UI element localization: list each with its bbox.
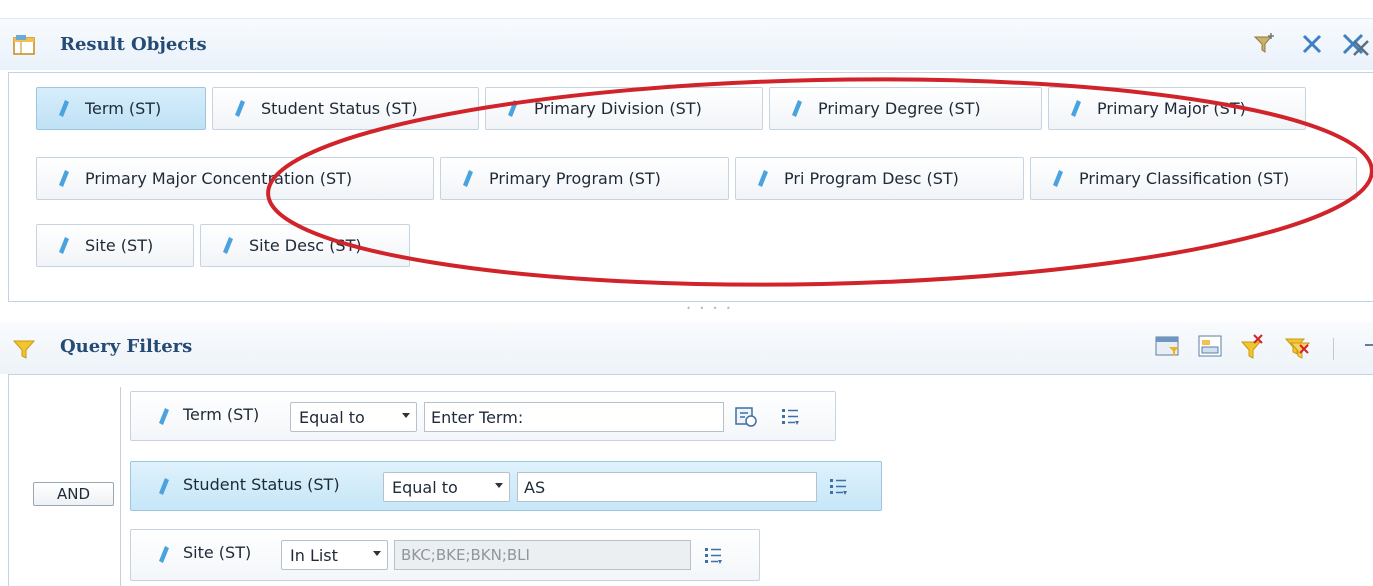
filter-operator-select[interactable]: Equal to [290, 402, 417, 432]
dimension-icon [223, 237, 233, 254]
result-object-primary-program[interactable]: Primary Program (ST) [440, 157, 729, 200]
dimension-icon [1053, 170, 1063, 187]
result-object-primary-major-concentration[interactable]: Primary Major Concentration (ST) [36, 157, 434, 200]
filter-operator-value: Equal to [392, 478, 458, 497]
result-object-primary-major[interactable]: Primary Major (ST) [1048, 87, 1306, 130]
prompt-icon[interactable] [735, 405, 757, 427]
result-object-primary-degree[interactable]: Primary Degree (ST) [769, 87, 1042, 130]
more-icon[interactable] [1365, 344, 1373, 352]
dimension-icon [758, 170, 768, 187]
result-object-label: Primary Major Concentration (ST) [85, 169, 353, 188]
result-object-term[interactable]: Term (ST) [36, 87, 206, 130]
result-object-site[interactable]: Site (ST) [36, 224, 194, 267]
dimension-icon [792, 100, 802, 117]
remove-icon[interactable] [1300, 32, 1324, 56]
result-object-label: Primary Division (ST) [534, 99, 702, 118]
filter-value-input[interactable]: AS [517, 472, 817, 502]
result-object-label: Primary Degree (ST) [818, 99, 981, 118]
filter-object-label: Student Status (ST) [183, 475, 340, 494]
dimension-icon [159, 408, 169, 425]
value-list-icon[interactable] [781, 407, 801, 427]
add-predefined-filter-icon[interactable] [1155, 335, 1181, 359]
add-subquery-icon[interactable] [1198, 334, 1224, 360]
dimension-icon [1071, 100, 1081, 117]
filter-object-label: Site (ST) [183, 543, 252, 562]
toolbar-separator [1333, 338, 1334, 360]
filter-operator-value: In List [290, 546, 338, 565]
add-ranking-icon[interactable] [1240, 334, 1264, 360]
dimension-icon [59, 237, 69, 254]
result-object-label: Site Desc (ST) [249, 236, 362, 255]
result-object-site-desc[interactable]: Site Desc (ST) [200, 224, 410, 267]
result-object-student-status[interactable]: Student Status (ST) [212, 87, 479, 130]
dimension-icon [59, 170, 69, 187]
value-list-icon[interactable] [704, 546, 724, 566]
chevron-down-icon [495, 483, 503, 488]
and-operator-button[interactable]: AND [33, 482, 114, 506]
value-list-icon[interactable] [829, 477, 849, 497]
filter-row-student-status[interactable]: Student Status (ST) Equal to AS [130, 461, 882, 511]
result-object-label: Pri Program Desc (ST) [784, 169, 959, 188]
filter-row-term[interactable]: Term (ST) Equal to Enter Term: [130, 391, 836, 441]
filter-operator-value: Equal to [299, 408, 365, 427]
query-filters-title: Query Filters [60, 336, 193, 357]
chevron-down-icon [373, 551, 381, 556]
filter-row-site[interactable]: Site (ST) In List BKC;BKE;BKN;BLI [130, 529, 760, 581]
filter-value-input[interactable]: Enter Term: [424, 402, 724, 432]
panel-splitter[interactable]: • • • • [680, 305, 740, 313]
result-object-pri-program-desc[interactable]: Pri Program Desc (ST) [735, 157, 1024, 200]
add-filter-icon[interactable] [1252, 31, 1278, 57]
result-object-label: Site (ST) [85, 236, 154, 255]
dimension-icon [159, 546, 169, 563]
result-objects-title: Result Objects [60, 34, 207, 55]
result-object-label: Primary Program (ST) [489, 169, 661, 188]
dimension-icon [508, 100, 518, 117]
dimension-icon [59, 100, 69, 117]
query-filters-icon [12, 340, 36, 359]
and-bracket [120, 387, 130, 586]
filter-value-input: BKC;BKE;BKN;BLI [394, 540, 691, 570]
result-object-label: Student Status (ST) [261, 99, 418, 118]
filter-object-label: Term (ST) [183, 405, 260, 424]
remove-filter-icon[interactable] [1285, 334, 1311, 360]
dimension-icon [235, 100, 245, 117]
result-objects-header: Result Objects [0, 18, 1373, 70]
filter-operator-select[interactable]: In List [281, 540, 388, 570]
filter-operator-select[interactable]: Equal to [383, 472, 510, 502]
remove-all-icon[interactable] [1340, 31, 1373, 57]
chevron-down-icon [402, 413, 410, 418]
dimension-icon [159, 478, 169, 495]
dimension-icon [463, 170, 473, 187]
result-object-label: Term (ST) [85, 99, 162, 118]
result-object-primary-division[interactable]: Primary Division (ST) [485, 87, 763, 130]
result-objects-icon [13, 35, 35, 55]
result-object-label: Primary Classification (ST) [1079, 169, 1290, 188]
result-object-primary-classification[interactable]: Primary Classification (ST) [1030, 157, 1357, 200]
result-object-label: Primary Major (ST) [1097, 99, 1246, 118]
query-filters-header: Query Filters [0, 322, 1373, 374]
